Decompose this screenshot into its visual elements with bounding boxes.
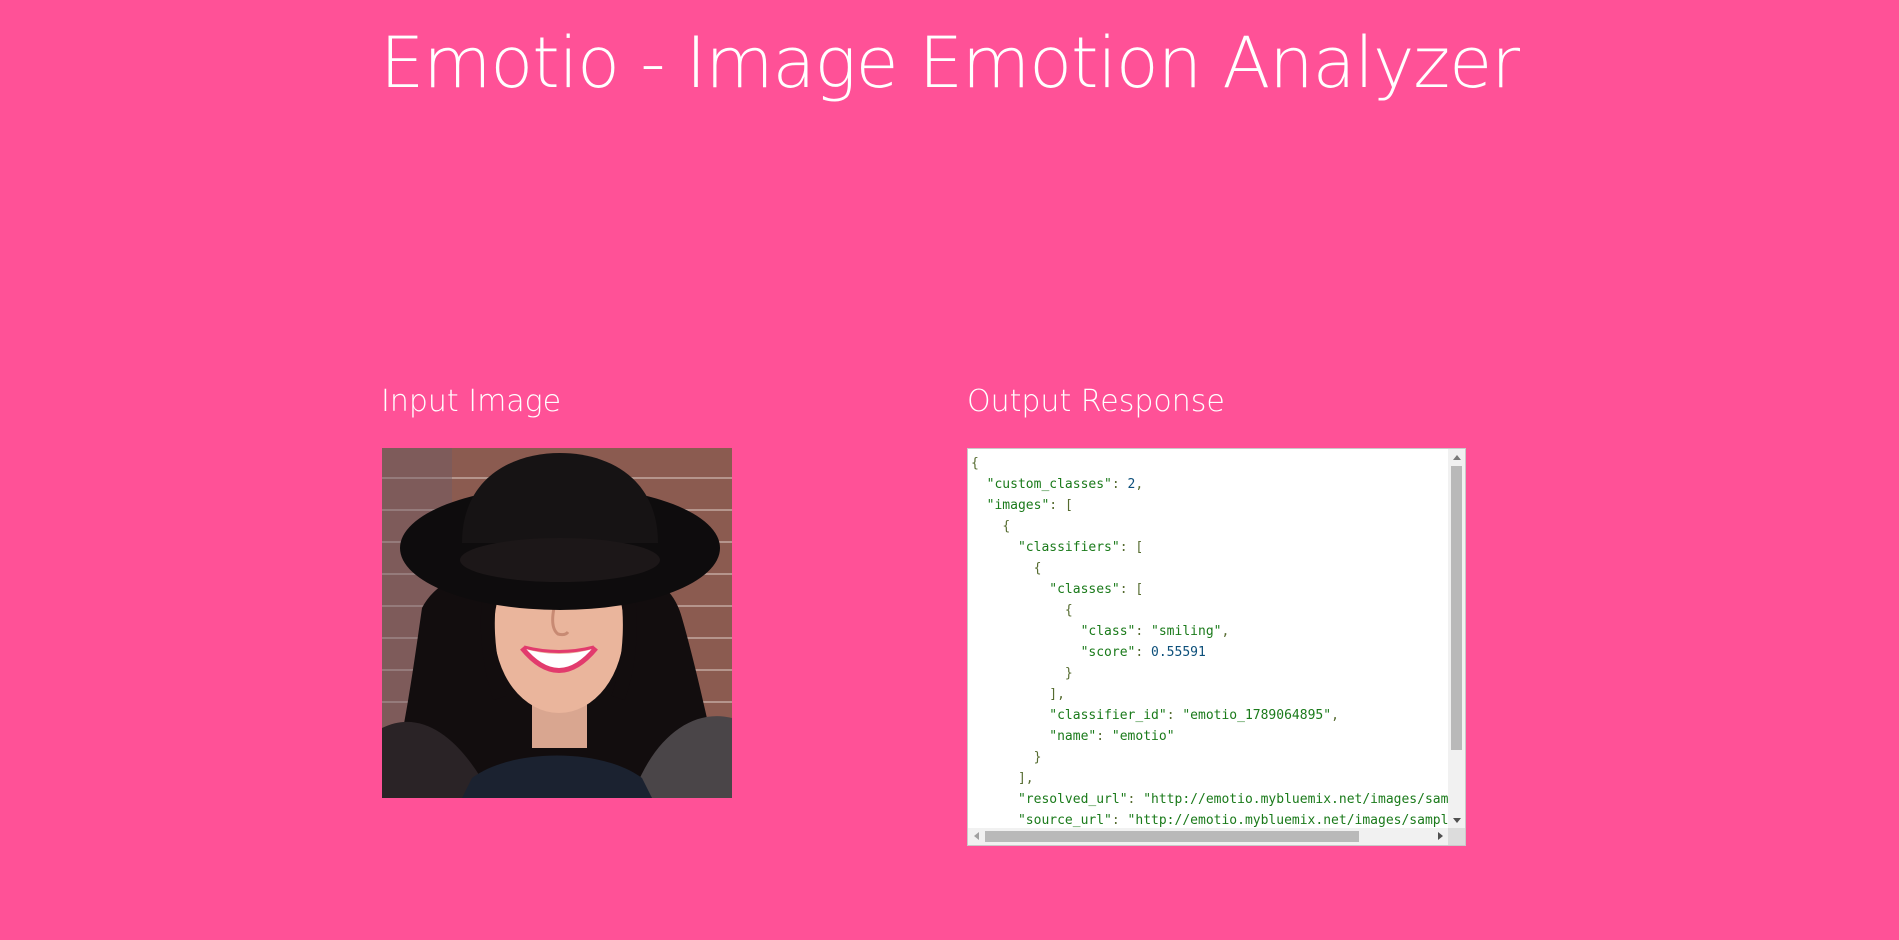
- json-line: "score": 0.55591: [1080, 645, 1206, 660]
- horizontal-scroll-thumb[interactable]: [985, 831, 1359, 842]
- json-line: {: [971, 456, 979, 471]
- vertical-scroll-thumb[interactable]: [1451, 466, 1462, 750]
- scroll-left-arrow-icon[interactable]: [974, 832, 979, 840]
- json-line: "name": "emotio": [1049, 729, 1175, 744]
- json-line: "classes": [: [1049, 582, 1144, 597]
- output-response-heading: Output Response: [967, 384, 1225, 419]
- input-image: [382, 448, 732, 798]
- json-line: ],: [1017, 771, 1034, 786]
- portrait-photo-icon: [382, 448, 732, 798]
- scroll-down-arrow-icon[interactable]: [1453, 818, 1461, 823]
- json-line: "resolved_url": "http://emotio.mybluemix…: [1017, 792, 1449, 807]
- json-line: "source_url": "http://emotio.mybluemix.n…: [1017, 813, 1449, 828]
- json-line: {: [1002, 519, 1011, 534]
- horizontal-scrollbar[interactable]: [968, 828, 1449, 845]
- json-line: {: [1064, 603, 1073, 618]
- json-response-view[interactable]: { "custom_classes": 2, "images": [ { "cl…: [968, 449, 1449, 829]
- output-response-box[interactable]: { "custom_classes": 2, "images": [ { "cl…: [967, 448, 1466, 846]
- scroll-up-arrow-icon[interactable]: [1453, 455, 1461, 460]
- json-line: {: [1033, 561, 1042, 576]
- scrollbar-corner: [1448, 828, 1465, 845]
- json-line: }: [1033, 750, 1042, 765]
- json-line: "class": "smiling",: [1080, 624, 1230, 639]
- json-line: }: [1064, 666, 1073, 681]
- page: Emotio - Image Emotion Analyzer Input Im…: [0, 0, 1899, 940]
- scroll-right-arrow-icon[interactable]: [1438, 832, 1443, 840]
- json-line: "images": [: [986, 498, 1073, 513]
- app-title: Emotio - Image Emotion Analyzer: [380, 22, 1520, 104]
- vertical-scrollbar[interactable]: [1448, 449, 1465, 829]
- input-image-heading: Input Image: [381, 384, 562, 419]
- json-line: "classifier_id": "emotio_1789064895",: [1049, 708, 1339, 723]
- json-line: ],: [1049, 687, 1065, 702]
- json-line: "classifiers": [: [1017, 540, 1144, 555]
- json-line: "custom_classes": 2,: [986, 477, 1144, 492]
